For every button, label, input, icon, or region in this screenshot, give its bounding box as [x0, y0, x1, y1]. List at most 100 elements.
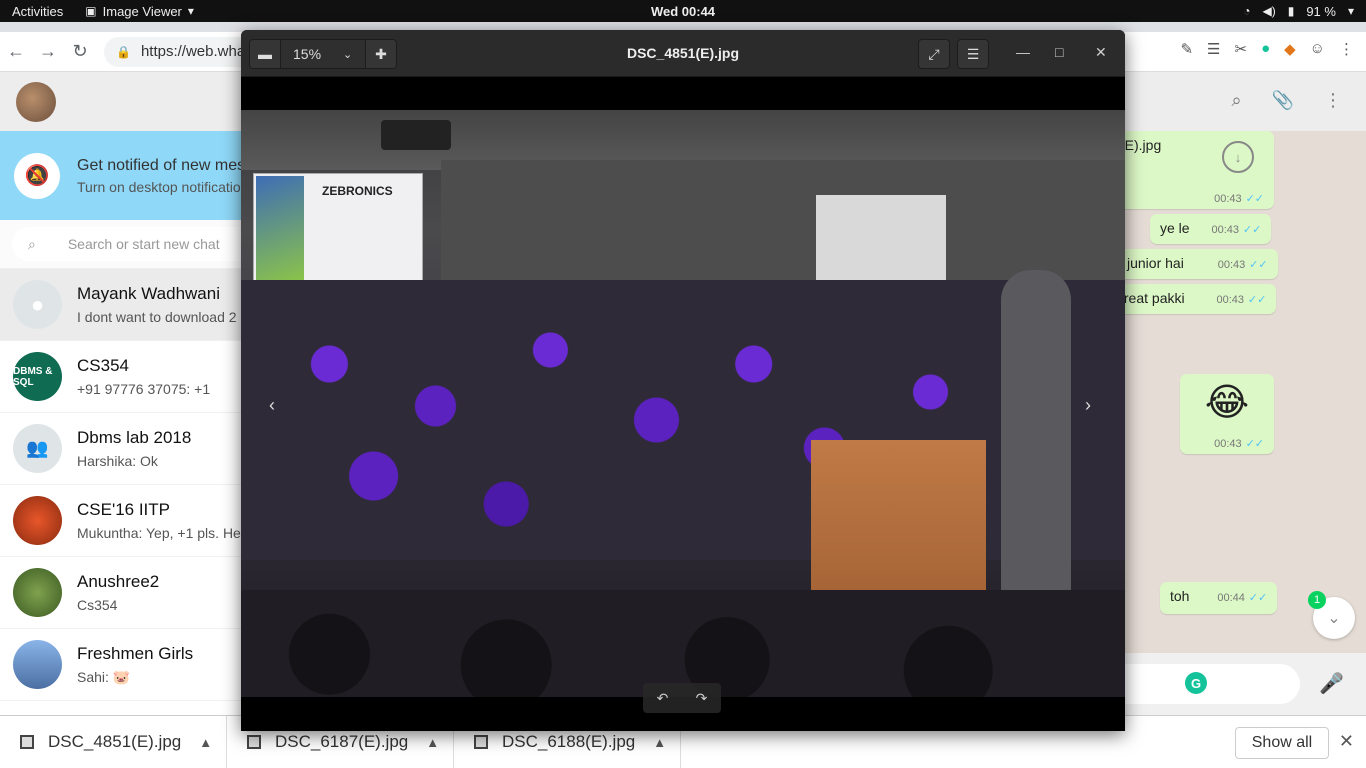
message-text: treat pakki — [1120, 290, 1185, 306]
gnome-top-bar: Activities ▣ Image Viewer ▾ Wed 00:44 ◔ … — [0, 0, 1366, 22]
app-menu[interactable]: ▣ Image Viewer ▾ — [85, 4, 194, 19]
message-time: 00:43 — [1217, 259, 1246, 271]
chat-name: Mayank Wadhwani — [77, 284, 220, 303]
message-text: i junior hai — [1120, 255, 1184, 271]
read-ticks-icon: ✓✓ — [1245, 438, 1264, 450]
viewer-headerbar: ▬ 15% ⌄ ✚ DSC_4851(E).jpg ⤢ ☰ — □ ✕ — [241, 30, 1125, 77]
attach-icon[interactable]: 📎 — [1272, 90, 1294, 111]
grammarly-icon[interactable]: ● — [1261, 40, 1270, 58]
fullscreen-button[interactable]: ⤢ — [918, 39, 950, 69]
unread-badge: 1 — [1308, 591, 1326, 609]
clock[interactable]: Wed 00:44 — [651, 4, 715, 19]
message-time: 00:43 — [1214, 438, 1242, 450]
message-time: 00:43 — [1214, 193, 1242, 205]
rotate-controls: ↶ ↷ — [643, 683, 721, 713]
reload-icon[interactable]: ↻ — [64, 41, 96, 62]
image-viewer-window: ▬ 15% ⌄ ✚ DSC_4851(E).jpg ⤢ ☰ — □ ✕ ZEBR… — [241, 30, 1125, 731]
rotate-left-icon[interactable]: ↶ — [657, 690, 669, 707]
bell-off-icon: 🔕 — [14, 152, 60, 199]
photo-foreground-heads — [241, 590, 1125, 697]
read-ticks-icon: ✓✓ — [1242, 224, 1262, 236]
group-avatar: DBMS & SQL — [13, 352, 62, 401]
my-avatar[interactable] — [16, 81, 56, 122]
metamask-icon[interactable]: ◆ — [1284, 40, 1296, 58]
chrome-menu-icon[interactable]: ⋮ — [1339, 40, 1354, 58]
extension-icon[interactable]: ☰ — [1207, 40, 1220, 58]
battery-level: 91 % — [1306, 3, 1336, 19]
back-icon[interactable]: ← — [0, 41, 32, 62]
emoji-message: 😂 — [1204, 382, 1250, 424]
lock-icon: 🔒 — [116, 44, 131, 59]
read-ticks-icon: ✓✓ — [1245, 193, 1264, 205]
show-all-button[interactable]: Show all — [1235, 727, 1329, 759]
message-bubble[interactable]: (E).jpg ↓ 00:43 ✓✓ — [1110, 131, 1274, 209]
hamburger-menu-button[interactable]: ☰ — [957, 39, 989, 69]
message-bubble[interactable]: i junior hai 00:43 ✓✓ — [1110, 249, 1278, 279]
menu-icon[interactable]: ⋮ — [1324, 90, 1342, 111]
viewer-title: DSC_4851(E).jpg — [626, 45, 740, 61]
poster-picture — [256, 176, 304, 280]
system-tray[interactable]: ◔ ◀) ▮ 91 % ▾ — [1243, 4, 1354, 19]
message-bubble[interactable]: ye le 00:43 ✓✓ — [1150, 214, 1272, 244]
chat-name: Freshmen Girls — [77, 643, 194, 663]
notify-title: Get notified of new mes — [77, 156, 246, 174]
download-icon[interactable]: ↓ — [1222, 141, 1254, 173]
message-time: 00:44 — [1217, 592, 1245, 604]
image-viewer-icon: ▣ — [85, 4, 97, 18]
chevron-up-icon[interactable]: ▲ — [426, 735, 439, 750]
chat-name: Dbms lab 2018 — [77, 428, 192, 447]
rotate-right-icon[interactable]: ↷ — [696, 690, 708, 707]
notify-link[interactable]: Turn on desktop notificatio — [77, 179, 245, 195]
close-icon[interactable]: ✕ — [1095, 44, 1107, 61]
download-filename: DSC_4851(E).jpg — [48, 732, 182, 751]
search-icon[interactable]: ⌕ — [1231, 90, 1241, 111]
microphone-icon[interactable]: 🎤 — [1319, 671, 1344, 696]
message-bubble[interactable]: 😂 00:43 ✓✓ — [1180, 374, 1274, 454]
chevron-up-icon[interactable]: ▲ — [199, 735, 212, 750]
maximize-icon[interactable]: □ — [1055, 44, 1063, 60]
chevron-down-icon: ⌄ — [1327, 610, 1341, 627]
app-name: Image Viewer — [102, 3, 182, 19]
displayed-photo[interactable]: ZEBRONICS ‹ › — [241, 110, 1125, 697]
message-bubble[interactable]: toh 00:44 ✓✓ — [1160, 582, 1278, 614]
group-default-icon: 👥 — [13, 424, 62, 473]
read-ticks-icon: ✓✓ — [1248, 592, 1268, 604]
read-ticks-icon: ✓✓ — [1249, 259, 1268, 271]
photo-poster: ZEBRONICS — [253, 173, 423, 283]
grammarly-icon[interactable]: G — [1185, 672, 1207, 694]
activities-button[interactable]: Activities — [12, 4, 63, 19]
wifi-icon: ◔ — [1243, 4, 1251, 18]
volume-icon: ◀) — [1262, 4, 1276, 18]
poster-logo: ZEBRONICS — [322, 184, 393, 198]
minimize-icon[interactable]: — — [1016, 44, 1030, 60]
extension-icon[interactable]: ✎ — [1180, 40, 1193, 58]
chevron-down-icon: ▾ — [187, 4, 194, 18]
previous-image-icon[interactable]: ‹ — [269, 395, 275, 416]
search-placeholder: Search or start new chat — [67, 236, 220, 252]
emoji-extension-icon[interactable]: ☺ — [1310, 40, 1325, 58]
group-avatar — [13, 640, 62, 689]
url-text: https://web.wha — [140, 43, 246, 60]
image-file-icon — [20, 735, 34, 749]
message-text: ye le — [1160, 220, 1190, 236]
photo-audience — [241, 280, 1125, 560]
close-icon[interactable]: ✕ — [1339, 731, 1354, 752]
chat-last-message: +91 97776 37075: +1 — [77, 381, 211, 397]
battery-icon: ▮ — [1287, 4, 1295, 18]
extension-icon[interactable]: ✂ — [1234, 40, 1247, 58]
group-avatar — [13, 496, 62, 545]
message-text: (E).jpg — [1120, 137, 1162, 153]
forward-icon[interactable]: → — [32, 41, 64, 62]
chat-last-message: Sahi: 🐷 — [77, 668, 131, 685]
search-icon: ⌕ — [28, 235, 36, 252]
chat-name: Anushree2 — [77, 572, 160, 591]
chevron-up-icon[interactable]: ▲ — [653, 735, 666, 750]
photo-projector — [381, 120, 451, 150]
message-bubble[interactable]: treat pakki 00:43 ✓✓ — [1110, 284, 1277, 314]
message-time: 00:43 — [1216, 294, 1245, 306]
image-file-icon — [247, 735, 261, 749]
message-time: 00:43 — [1211, 224, 1239, 236]
download-item[interactable]: DSC_4851(E).jpg ▲ — [0, 715, 227, 768]
chat-name: CSE'16 IITP — [77, 500, 171, 519]
next-image-icon[interactable]: › — [1085, 395, 1091, 416]
